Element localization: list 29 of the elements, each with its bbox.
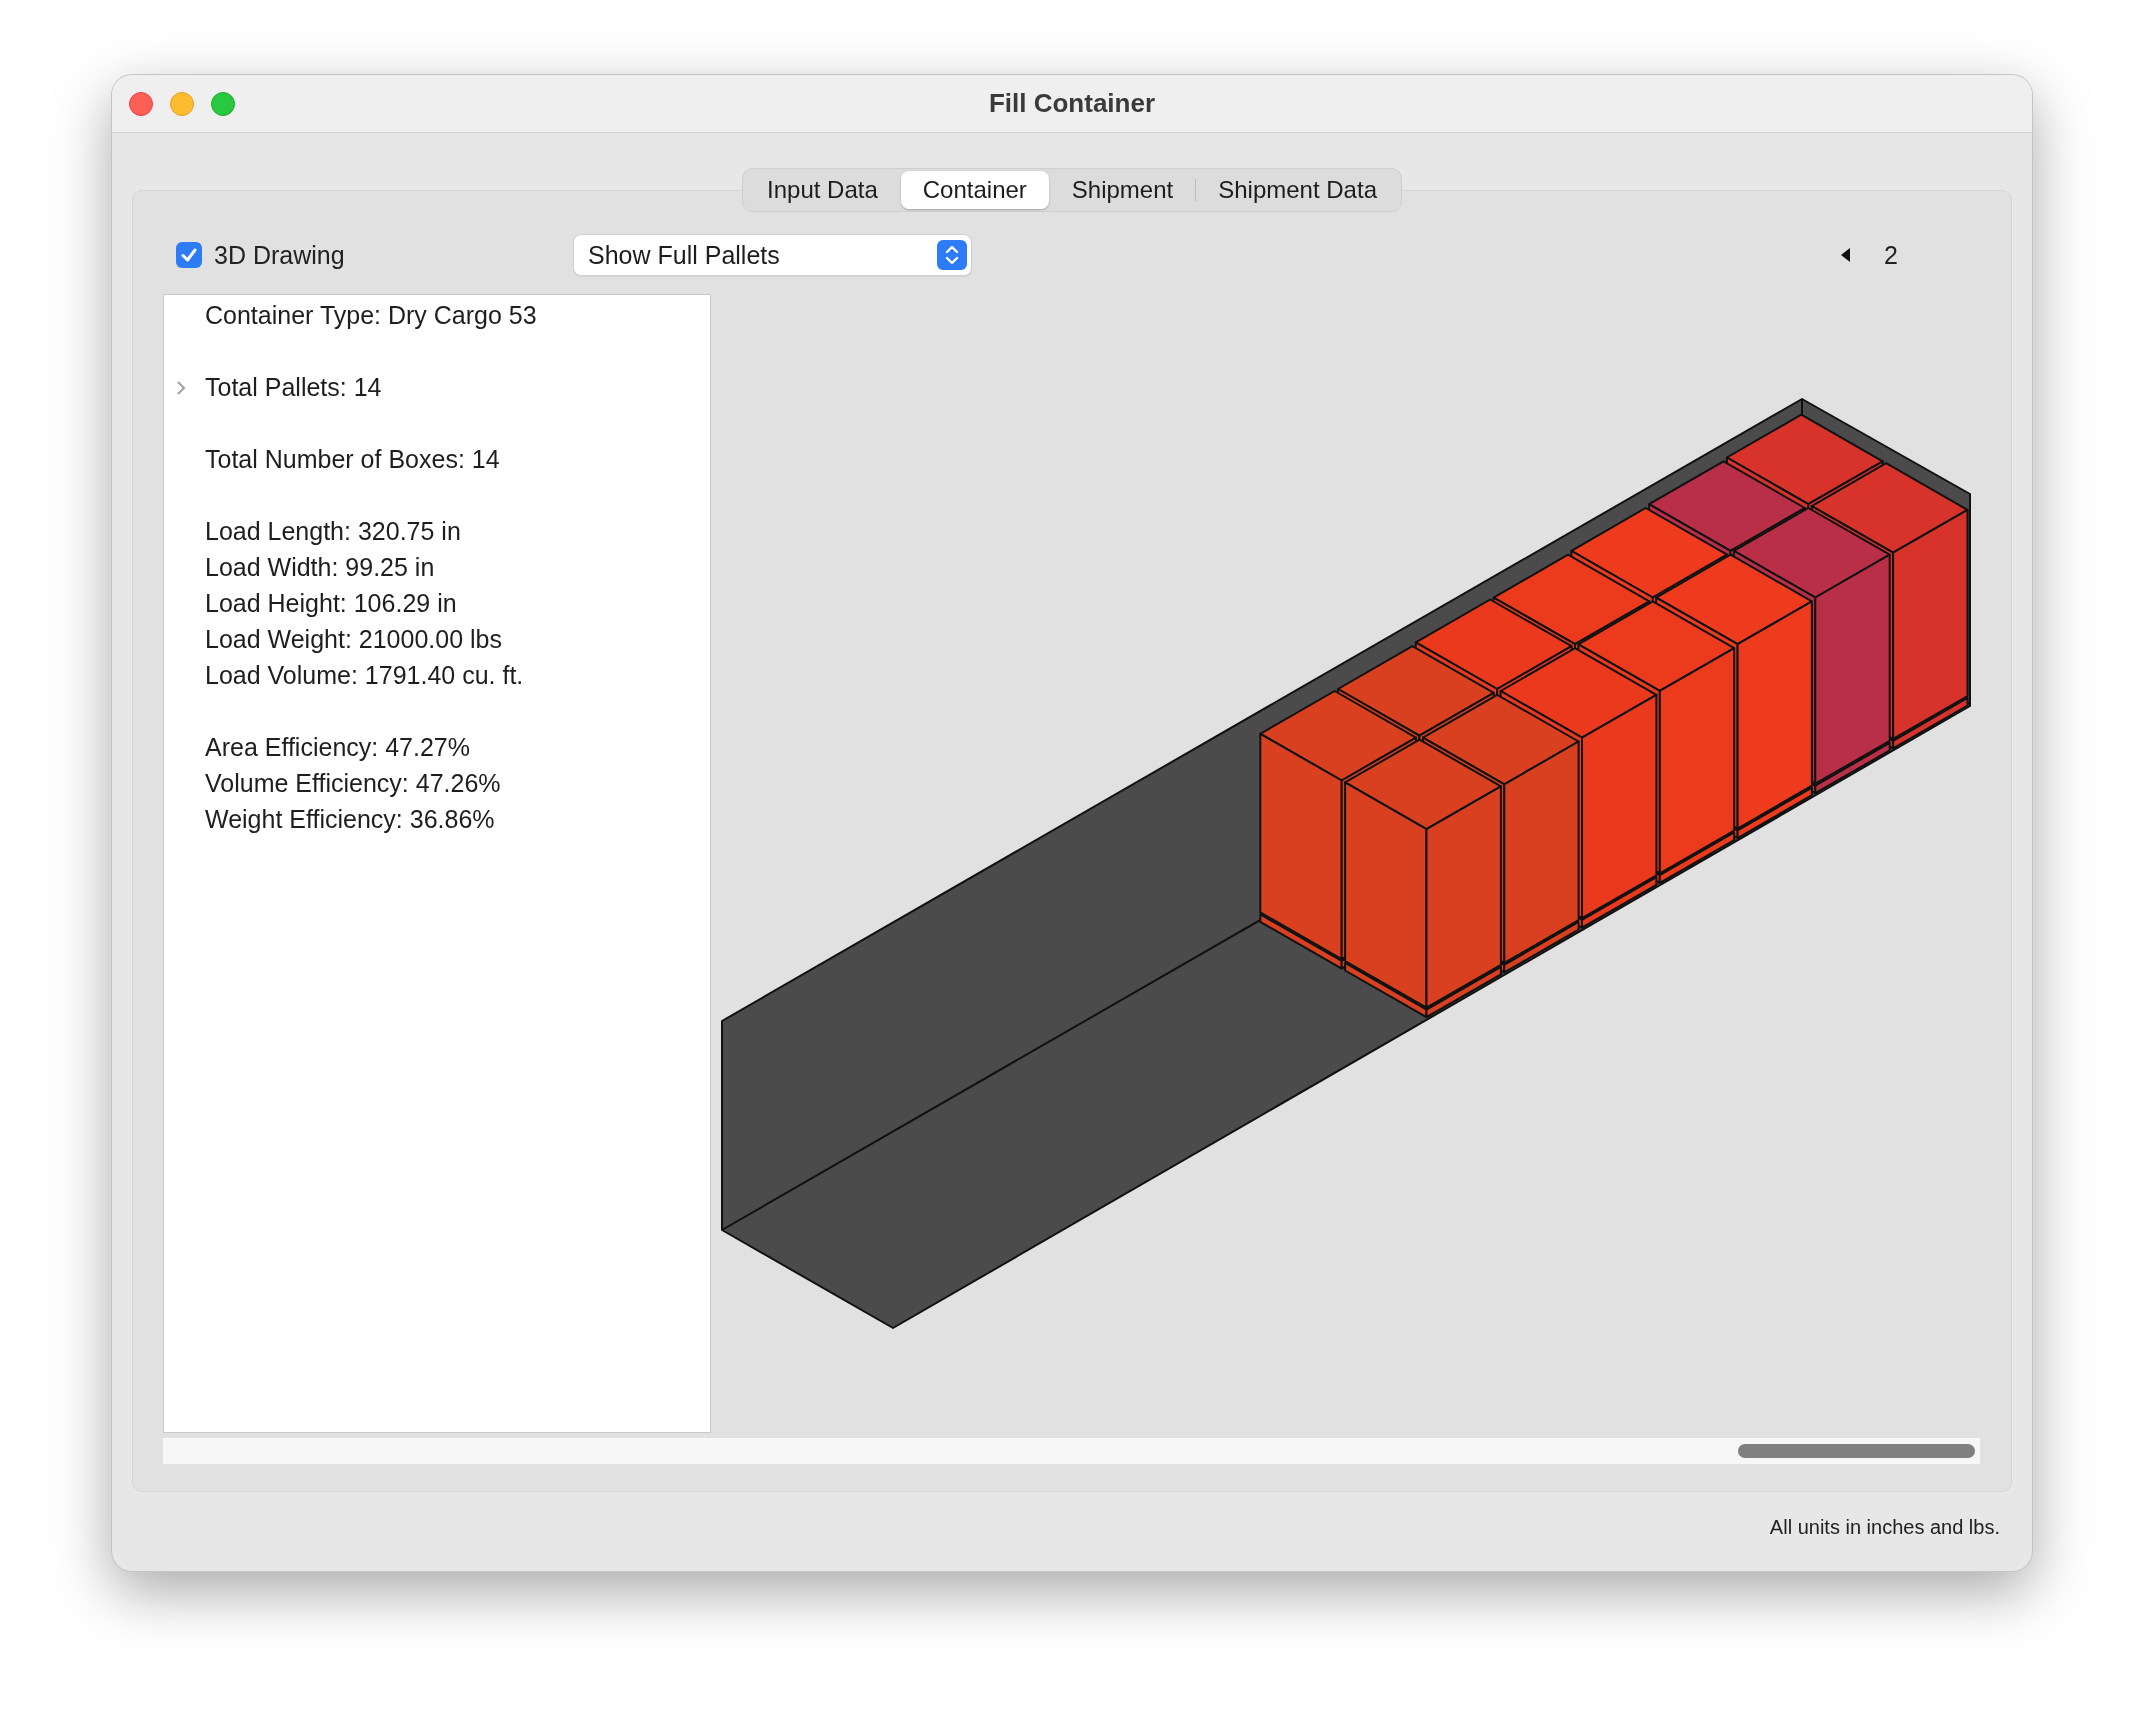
stepper-icon — [937, 240, 967, 270]
summary-text: Area Efficiency: 47.27% — [205, 732, 470, 762]
summary-text: Load Width: 99.25 in — [205, 552, 435, 582]
checkmark-icon — [180, 246, 198, 264]
disclosure-chevron-icon[interactable] — [176, 380, 186, 396]
summary-text: Load Length: 320.75 in — [205, 516, 461, 546]
summary-text: Load Height: 106.29 in — [205, 588, 457, 618]
tab[interactable]: Input Data — [745, 171, 900, 209]
previous-arrow-icon[interactable] — [1841, 248, 1851, 262]
summary-text: Weight Efficiency: 36.86% — [205, 804, 495, 834]
units-note: All units in inches and lbs. — [1769, 1516, 2000, 1539]
tab[interactable]: Container — [900, 171, 1049, 209]
view-popup-button[interactable]: Show Full Pallets — [574, 235, 971, 275]
page-number: 2 — [1884, 240, 1898, 270]
window-title: Fill Container — [988, 88, 1156, 118]
summary-text: Volume Efficiency: 47.26% — [205, 768, 501, 798]
checkbox[interactable] — [176, 242, 202, 268]
tab[interactable]: Shipment Data — [1196, 171, 1399, 209]
summary-text: Load Volume: 1791.40 cu. ft. — [205, 660, 524, 690]
scrollbar-thumb[interactable] — [1738, 1444, 1975, 1458]
zoom-button[interactable] — [211, 91, 235, 116]
minimize-button[interactable] — [170, 91, 194, 116]
summary-text: Load Weight: 21000.00 lbs — [205, 624, 502, 654]
checkbox-label: 3D Drawing — [214, 240, 345, 270]
close-button[interactable] — [129, 91, 153, 116]
tab[interactable]: Shipment — [1049, 171, 1196, 209]
summary-text: Container Type: Dry Cargo 53 — [205, 300, 537, 330]
summary-text: Total Pallets: 14 — [205, 372, 382, 402]
summary-text: Total Number of Boxes: 14 — [205, 444, 500, 474]
